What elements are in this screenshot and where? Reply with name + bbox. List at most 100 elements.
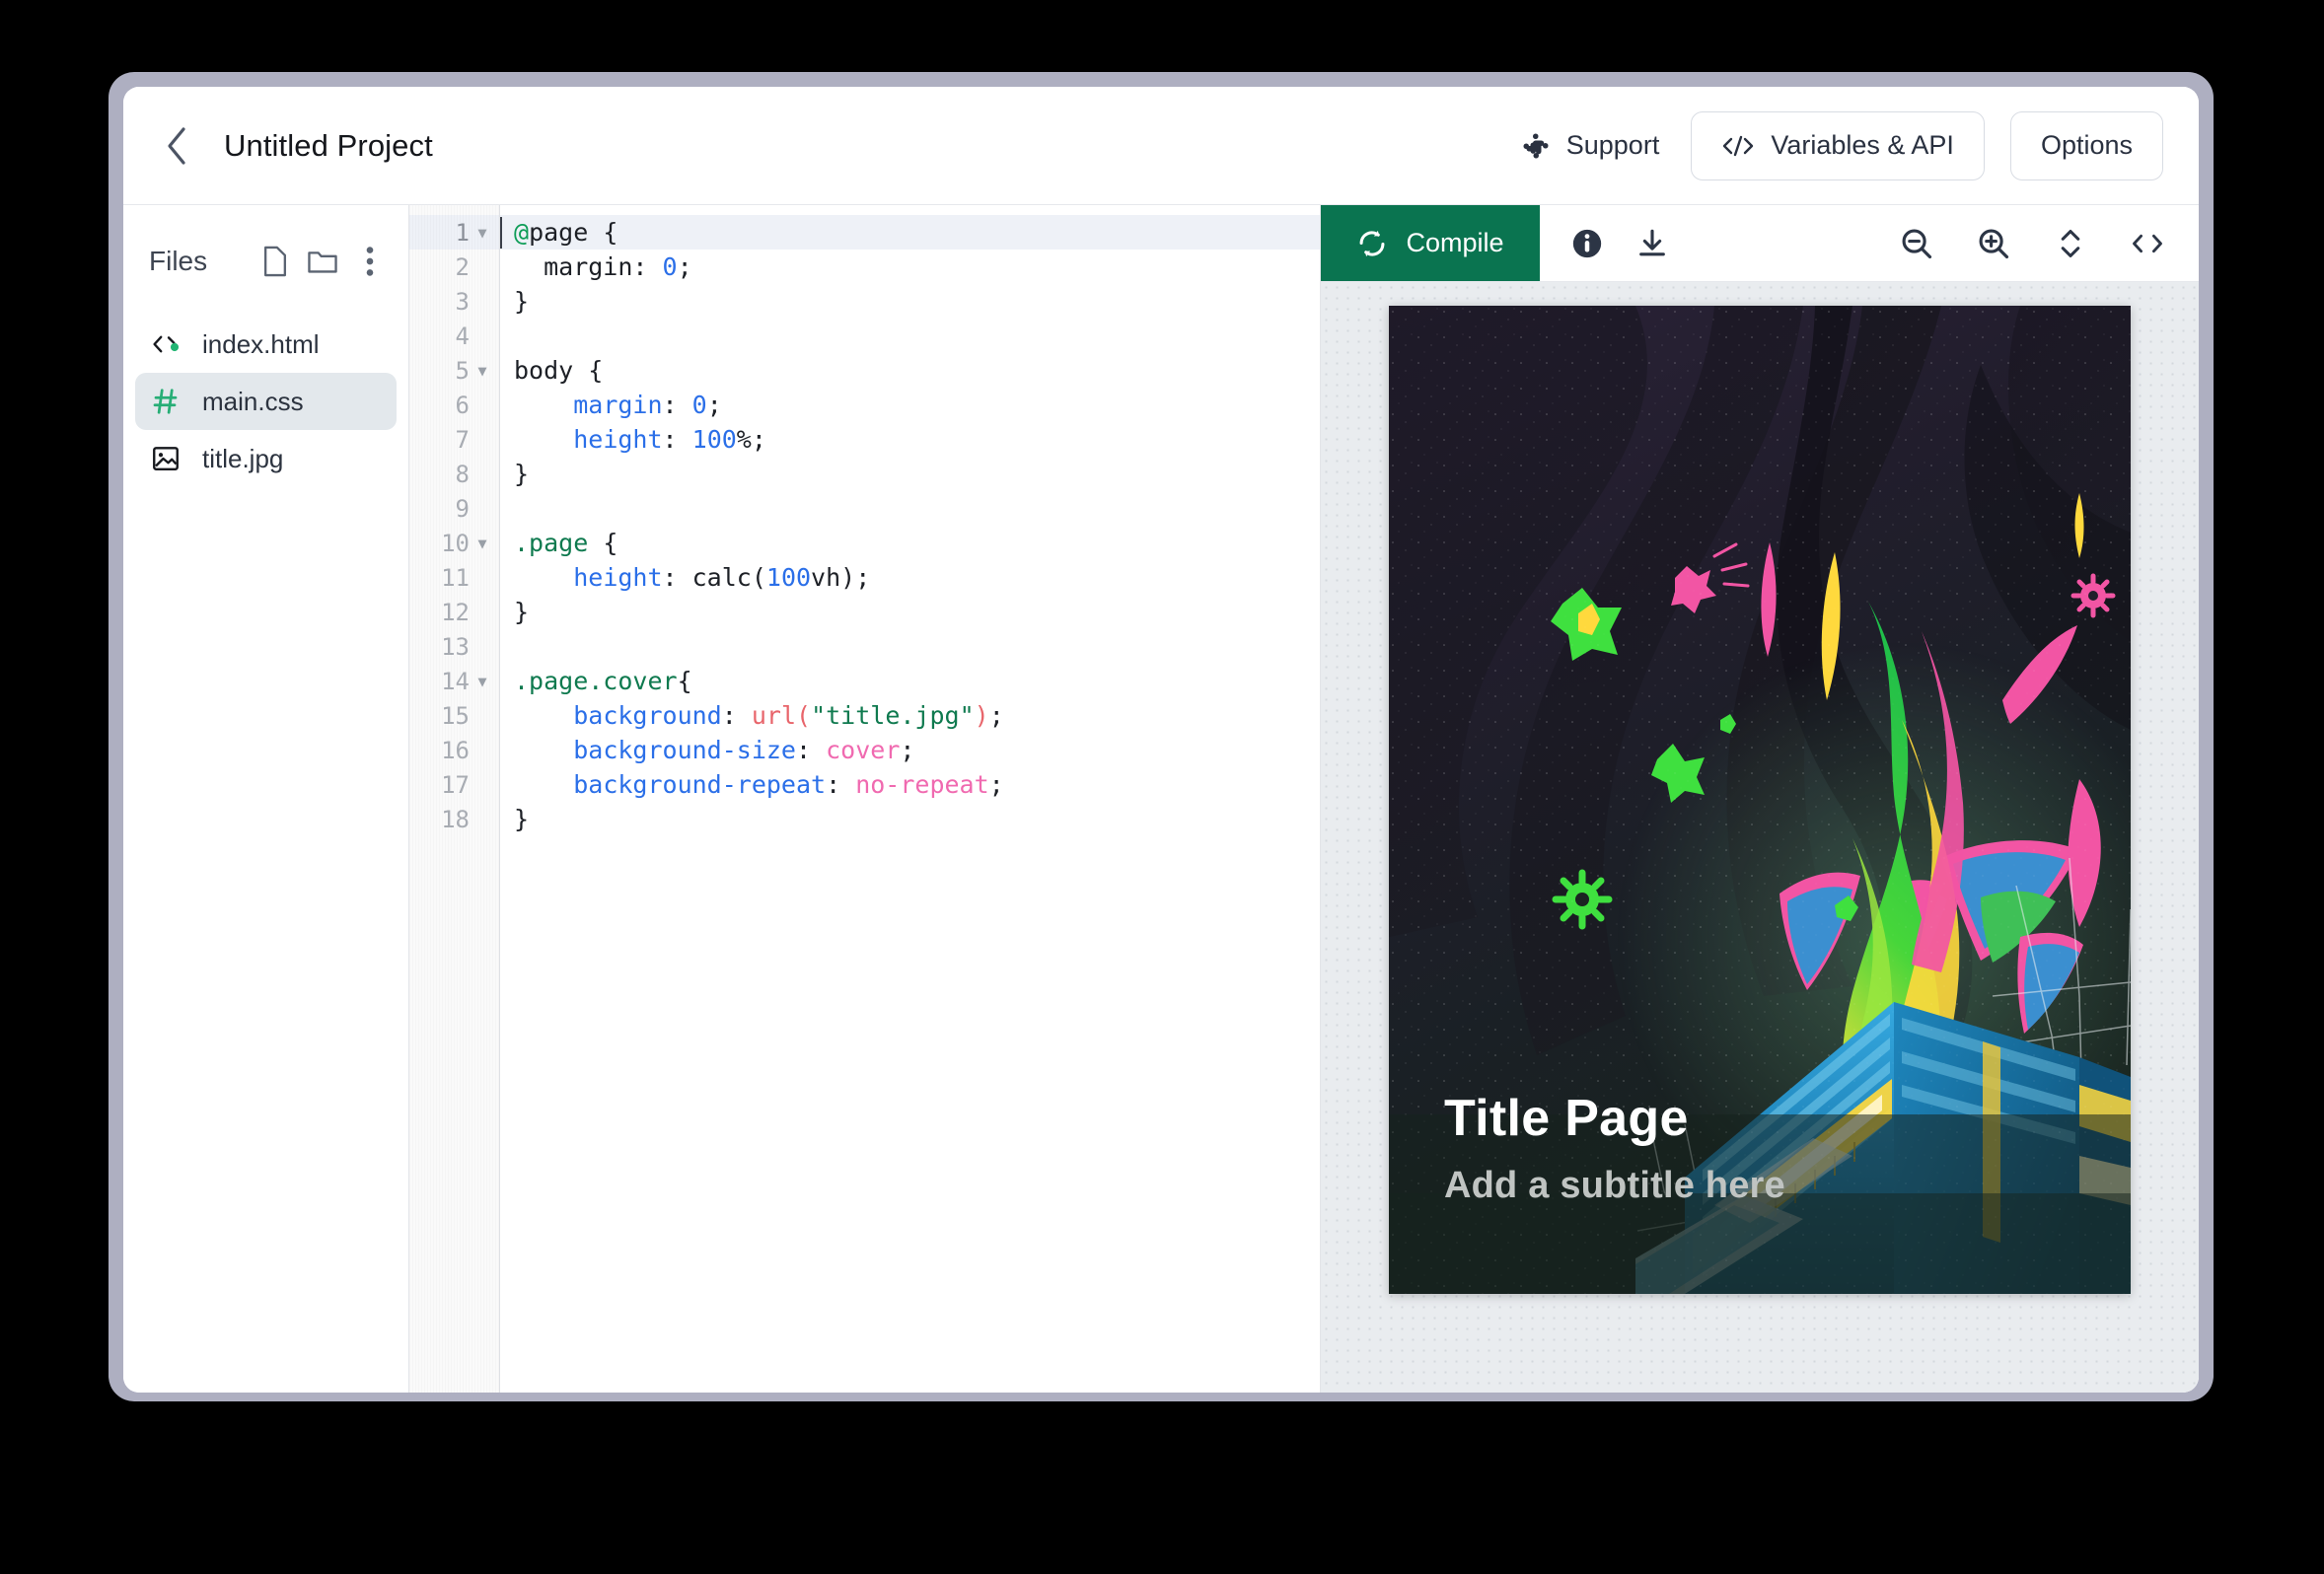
- line-number: 7: [455, 425, 470, 454]
- code-line-7[interactable]: height: 100%;: [500, 422, 1320, 457]
- fold-caret-icon[interactable]: ▼: [473, 224, 491, 242]
- code-token: :: [662, 391, 692, 419]
- line-number: 6: [455, 391, 470, 419]
- fold-caret-icon[interactable]: ▼: [473, 673, 491, 690]
- code-line-9[interactable]: [500, 491, 1320, 526]
- fold-caret-icon[interactable]: ▼: [473, 362, 491, 380]
- code-token: :: [826, 770, 856, 799]
- code-editor[interactable]: 1▼2▼3▼4▼5▼6▼7▼8▼9▼10▼11▼12▼13▼i14▼15▼16▼…: [409, 205, 1321, 1393]
- gutter-line-7: 7▼: [409, 422, 499, 457]
- compile-button[interactable]: Compile: [1321, 205, 1540, 281]
- code-line-13[interactable]: [500, 629, 1320, 664]
- line-number: 13: [441, 632, 470, 661]
- file-name: main.css: [202, 386, 304, 416]
- options-button[interactable]: Options: [2009, 110, 2163, 180]
- new-file-button[interactable]: [254, 241, 296, 282]
- code-line-12[interactable]: }: [500, 595, 1320, 629]
- code-line-4[interactable]: [500, 319, 1320, 353]
- preview-stage[interactable]: Title Page Add a subtitle here: [1321, 282, 2199, 1393]
- code-token: ;: [677, 252, 692, 281]
- line-number: 4: [455, 322, 470, 350]
- code-token: url: [751, 701, 796, 730]
- download-button[interactable]: [1625, 205, 1680, 282]
- cover-subtitle: Add a subtitle here: [1444, 1165, 1785, 1206]
- gutter-line-3: 3▼: [409, 284, 499, 319]
- code-token: :: [632, 252, 663, 281]
- code-line-18[interactable]: }: [500, 802, 1320, 836]
- code-line-2[interactable]: margin: 0;: [500, 250, 1320, 284]
- code-token: "title.jpg": [811, 701, 975, 730]
- zoom-out-button[interactable]: [1889, 205, 1944, 282]
- new-folder-button[interactable]: [302, 241, 343, 282]
- code-token: :: [721, 701, 752, 730]
- fold-caret-icon[interactable]: ▼: [473, 535, 491, 552]
- code-token: vh);: [811, 563, 871, 592]
- code-line-17[interactable]: background-repeat: no-repeat;: [500, 767, 1320, 802]
- file-item-title-jpg[interactable]: title.jpg: [135, 430, 397, 487]
- code-token: {: [588, 529, 618, 557]
- cover-title: Title Page: [1444, 1090, 1689, 1147]
- gutter-line-2: 2▼: [409, 250, 499, 284]
- line-number: 8: [455, 460, 470, 488]
- page-title: Untitled Project: [224, 127, 433, 163]
- zoom-in-button[interactable]: [1966, 205, 2021, 282]
- back-button[interactable]: [151, 120, 202, 172]
- view-source-button[interactable]: [2120, 205, 2175, 282]
- file-list: index.html main.css title.jpg: [123, 316, 408, 487]
- html-file-icon: [149, 327, 182, 361]
- file-name: index.html: [202, 328, 320, 359]
- support-button[interactable]: Support: [1515, 122, 1666, 169]
- more-options-button[interactable]: [349, 241, 391, 282]
- file-item-main-css[interactable]: main.css: [135, 373, 397, 430]
- toolbar-left-icons: [1540, 205, 1680, 281]
- code-line-3[interactable]: }: [500, 284, 1320, 319]
- gutter-line-5: 5 ▼: [409, 353, 499, 388]
- fit-height-button[interactable]: [2043, 205, 2098, 282]
- code-token: height: [573, 425, 663, 454]
- info-button[interactable]: [1560, 205, 1615, 282]
- options-label: Options: [2040, 130, 2133, 160]
- code-token: : calc(: [662, 563, 766, 592]
- css-hash-icon: [149, 385, 182, 418]
- line-number: 12: [441, 598, 470, 626]
- code-token: ): [974, 701, 989, 730]
- app-window: Untitled Project Support Variables & API…: [123, 87, 2199, 1393]
- chevron-left-icon: [168, 126, 185, 165]
- view-source-icon: [2133, 234, 2162, 252]
- code-token: background-repeat: [573, 770, 827, 799]
- code-line-16[interactable]: background-size: cover;: [500, 733, 1320, 767]
- image-file-icon: [149, 442, 182, 475]
- fit-height-icon: [2061, 229, 2080, 257]
- code-token: 0: [691, 391, 707, 419]
- file-item-index-html[interactable]: index.html: [135, 316, 397, 373]
- line-number: 10: [441, 529, 470, 557]
- code-line-14[interactable]: .page.cover{: [500, 664, 1320, 698]
- files-header: Files: [123, 233, 408, 290]
- line-number: 18: [441, 805, 470, 833]
- gutter-line-11: 11▼: [409, 560, 499, 595]
- gutter-line-12: 12▼: [409, 595, 499, 629]
- code-token: }: [514, 805, 530, 833]
- code-line-15[interactable]: background: url("title.jpg");: [500, 698, 1320, 733]
- gutter-line-8: 8▼: [409, 457, 499, 491]
- code-line-10[interactable]: .page {: [500, 526, 1320, 560]
- code-token: .page.cover: [514, 667, 678, 695]
- code-line-8[interactable]: }: [500, 457, 1320, 491]
- variables-api-button[interactable]: Variables & API: [1691, 110, 1985, 180]
- code-token: cover: [826, 736, 901, 764]
- gutter-line-16: 16▼: [409, 733, 499, 767]
- code-token: }: [514, 598, 530, 626]
- zoom-out-icon: [1902, 229, 1932, 258]
- editor-code-area[interactable]: @ page { margin: 0;} body { margin: 0; hei…: [500, 205, 1320, 1393]
- code-line-5[interactable]: body {: [500, 353, 1320, 388]
- gutter-line-17: 17▼: [409, 767, 499, 802]
- code-line-11[interactable]: height: calc(100 vh);: [500, 560, 1320, 595]
- code-line-1[interactable]: @ page {: [500, 215, 1320, 250]
- support-label: Support: [1565, 130, 1660, 160]
- code-line-6[interactable]: margin: 0;: [500, 388, 1320, 422]
